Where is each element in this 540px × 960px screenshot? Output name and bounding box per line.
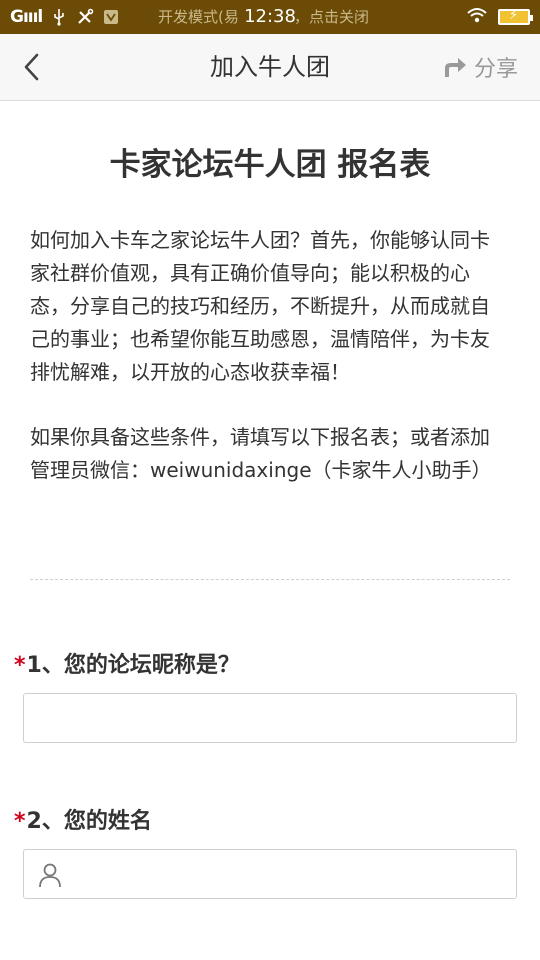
required-star: * [14,809,26,834]
status-bar: Gıııl 开发模式(易 12:38 ，点击关闭 ⚡ [0,0,540,34]
question-text: 1、您的论坛昵称是？ [26,653,240,678]
battery-charging-icon: ⚡ [498,8,533,25]
user-icon [39,863,61,888]
share-icon [444,58,466,77]
form-title: 卡家论坛牛人团 报名表 [109,147,431,183]
question-nickname-label: *1、您的论坛昵称是？ [14,647,240,679]
question-text: 2、您的姓名 [26,809,152,834]
wifi-icon [466,6,488,28]
top-nav-bar: 加入牛人团 分享 [0,34,540,101]
share-label: 分享 [473,57,518,82]
required-star: * [14,653,26,678]
nickname-field-box [23,693,517,743]
question-name-label: *2、您的姓名 [14,803,152,835]
intro-paragraph: 如果你具备这些条件，请填写以下报名表；或者添加管理员微信：weiwunidaxi… [30,425,492,482]
dashed-divider [30,579,510,580]
intro-text: 如何加入卡车之家论坛牛人团？首先，你能够认同卡家社群价值观，具有正确价值导向；能… [30,224,500,487]
nickname-input[interactable] [24,694,516,742]
share-button[interactable]: 分享 [442,34,518,100]
app-notification-icon [102,8,120,26]
dev-mode-close-text: ，点击关闭 [294,8,370,26]
dev-mode-text: 开发模式(易 [158,8,239,26]
intro-paragraph: 如何加入卡车之家论坛牛人团？首先，你能够认同卡家社群价值观，具有正确价值导向；能… [30,228,490,384]
name-input[interactable] [24,850,516,898]
name-field-box [23,849,517,899]
usb-icon [50,8,68,26]
signal-indicator: Gıııl [10,7,43,27]
tools-icon [76,8,94,26]
